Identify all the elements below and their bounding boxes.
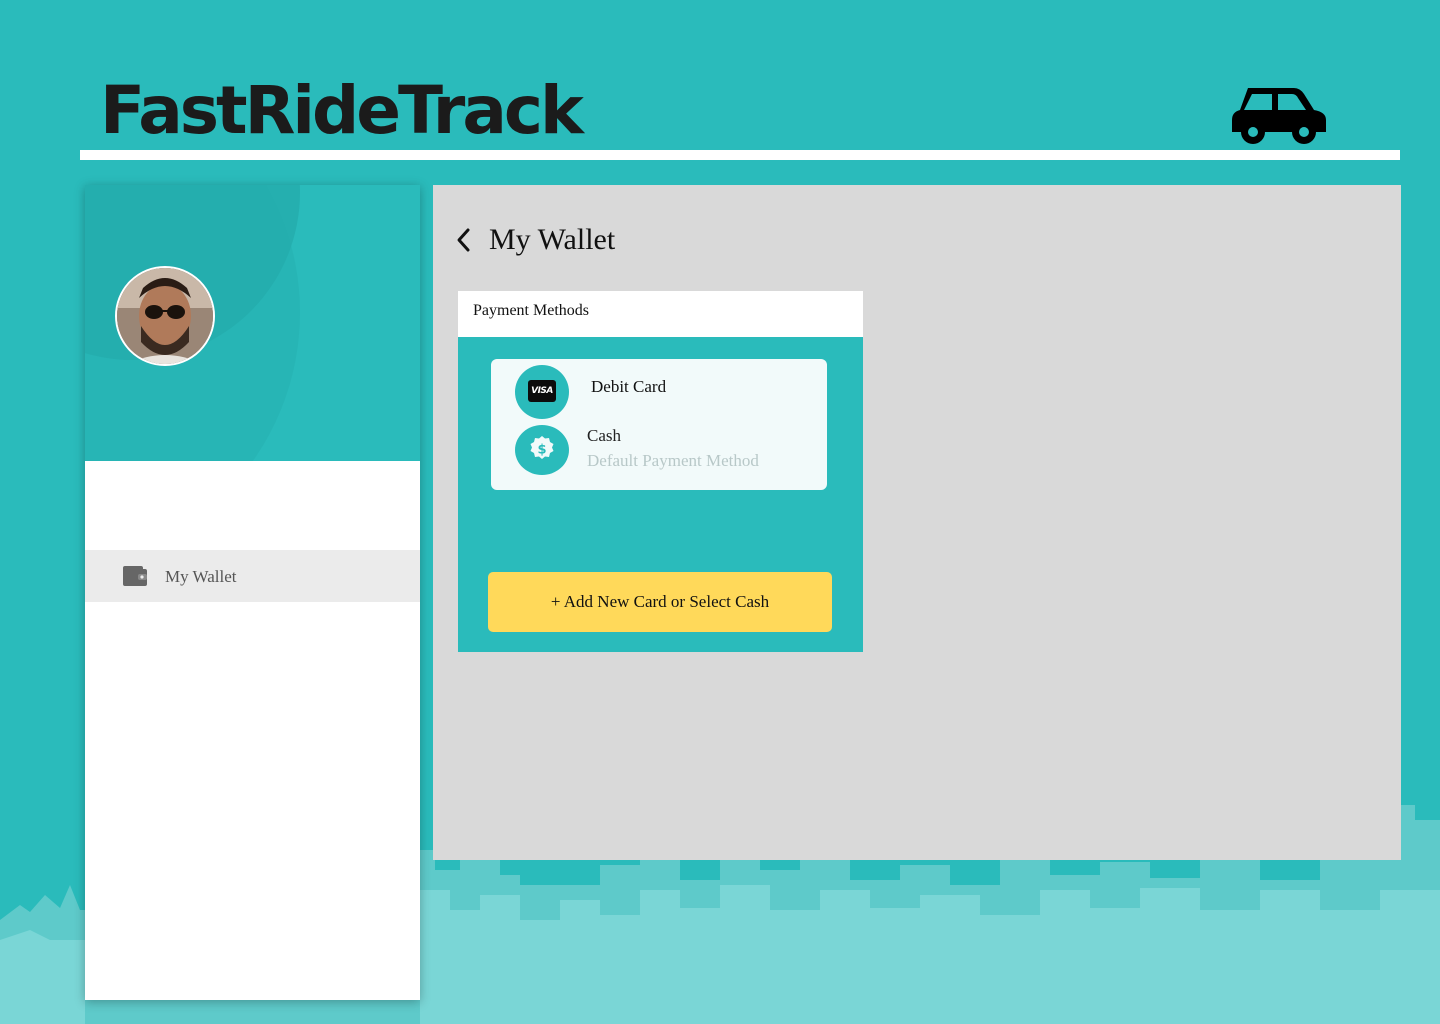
payment-method-cash[interactable]: $ Cash Default Payment Method [491,359,827,490]
sidebar-profile-header [85,185,420,461]
user-avatar[interactable] [115,266,215,366]
app-brand-title: FastRideTrack [100,72,584,149]
default-payment-method-note: Default Payment Method [587,451,759,470]
add-new-card-button[interactable]: + Add New Card or Select Cash [488,572,832,632]
header-divider [80,150,1400,160]
sidebar-item-my-wallet[interactable]: My Wallet [85,550,420,602]
sidebar: My Wallet [85,185,420,1000]
payment-methods-list: VISA Debit Card $ Cash Default Payment M… [491,359,827,490]
payment-methods-panel: Payment Methods VISA Debit Card $ Cash D… [458,291,863,652]
back-arrow-icon[interactable] [455,227,473,253]
page-title: My Wallet [489,223,616,256]
payment-methods-header: Payment Methods [458,291,863,337]
payment-methods-heading: Payment Methods [473,302,589,319]
dollar-coin-icon: $ [515,425,569,475]
wallet-icon [123,566,147,586]
car-icon [1232,88,1326,144]
avatar-photo [117,268,213,364]
main-panel: My Wallet Payment Methods VISA Debit Car… [433,185,1401,860]
sidebar-item-label: My Wallet [165,567,237,586]
payment-method-label: Cash [587,426,621,445]
svg-text:$: $ [537,443,546,458]
